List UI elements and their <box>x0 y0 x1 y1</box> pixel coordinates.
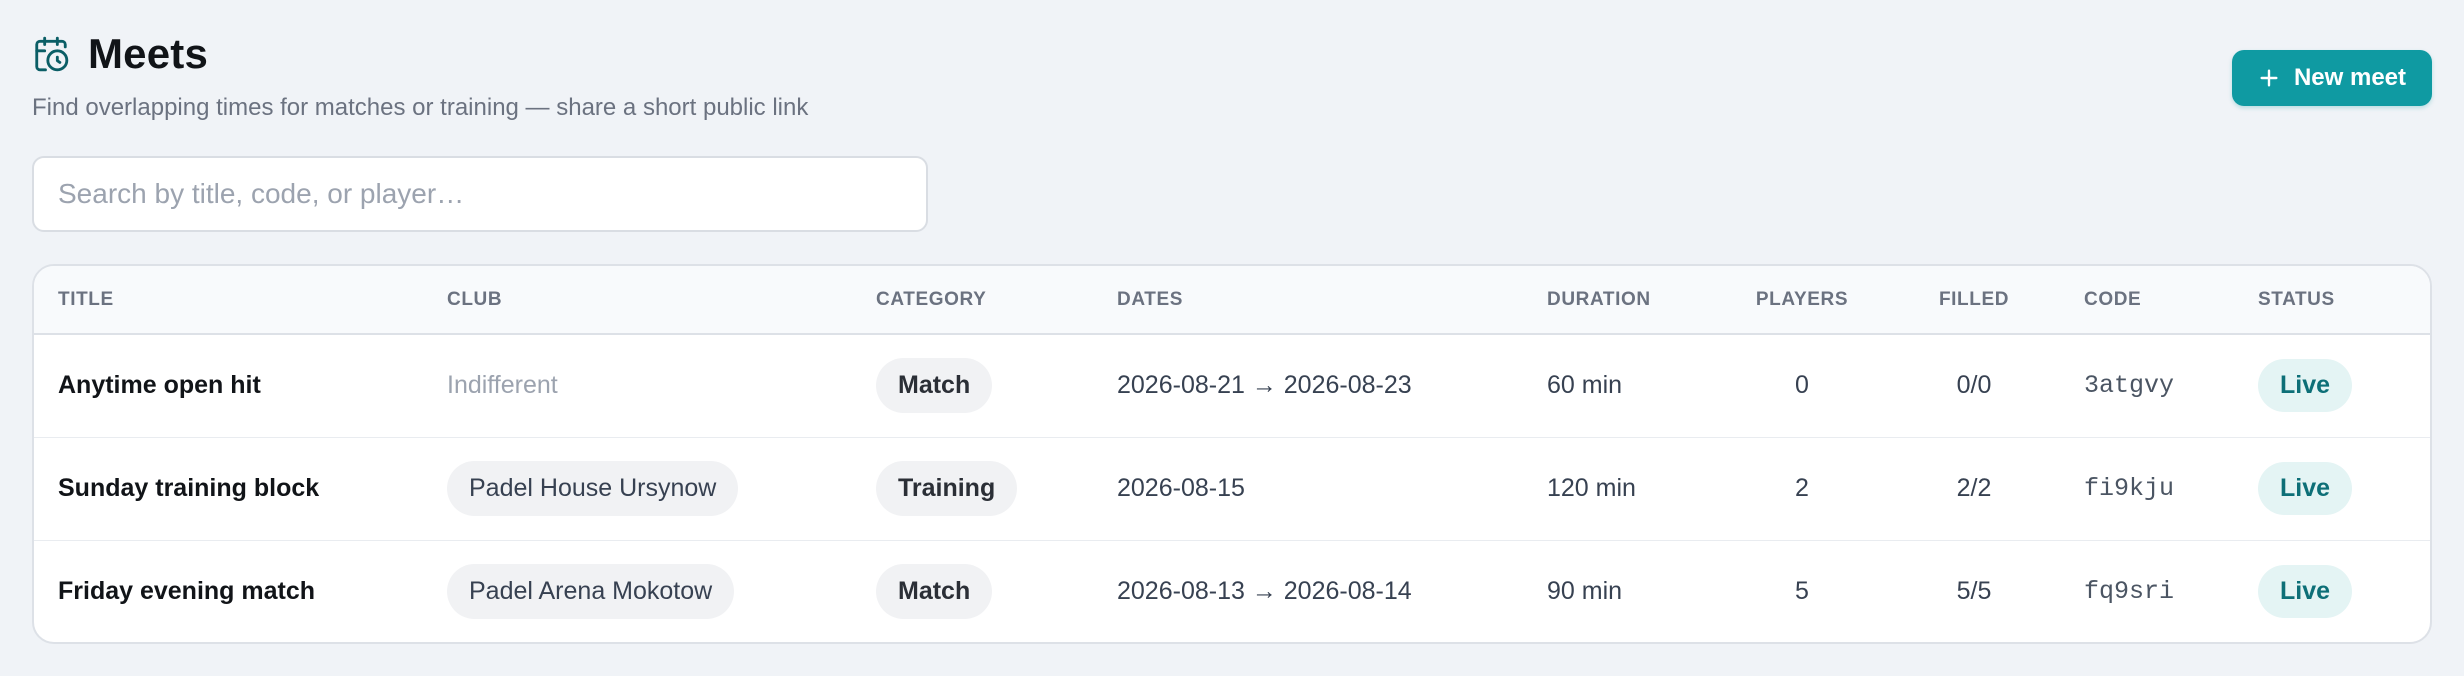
category-pill: Match <box>876 564 993 620</box>
dates-cell: 2026-08-15 <box>1093 436 1523 540</box>
column-header-filled[interactable]: FILLED <box>1888 266 2060 335</box>
status-badge: Live <box>2258 359 2353 413</box>
column-header-players[interactable]: PLAYERS <box>1716 266 1888 335</box>
players-cell: 0 <box>1795 371 1809 400</box>
category-pill: Match <box>876 358 993 414</box>
status-cell: Live <box>2234 436 2430 540</box>
category-cell: Training <box>852 436 1093 540</box>
club-cell: Padel House Ursynow <box>423 436 852 540</box>
dates-cell: 2026-08-13 → 2026-08-14 <box>1093 539 1523 642</box>
title-row: Meets <box>32 30 2432 78</box>
new-meet-button[interactable]: New meet <box>2232 50 2432 106</box>
players-cell: 2 <box>1716 436 1888 540</box>
club-cell: Padel Arena Mokotow <box>423 539 852 642</box>
duration-cell: 120 min <box>1523 436 1716 540</box>
page-title: Meets <box>88 30 209 77</box>
page-header: Meets Find overlapping times for matches… <box>32 30 2432 130</box>
column-header-code[interactable]: CODE <box>2060 266 2234 335</box>
meet-title[interactable]: Sunday training block <box>34 436 423 540</box>
category-pill: Training <box>876 461 1018 516</box>
club-pill: Padel Arena Mokotow <box>447 564 735 620</box>
filled-cell: 2/2 <box>1888 436 2060 540</box>
status-cell: Live <box>2234 334 2430 437</box>
table-row[interactable]: Anytime open hit Indifferent Match 2026-… <box>34 334 2430 437</box>
dates-cell: 2026-08-21 → 2026-08-23 <box>1117 371 1412 400</box>
table-row[interactable]: Friday evening match Padel Arena Mokotow… <box>34 539 2430 642</box>
table-row[interactable]: Sunday training block Padel House Ursyno… <box>34 436 2430 540</box>
search-input[interactable] <box>32 156 928 232</box>
code-cell: fi9kju <box>2060 436 2234 540</box>
column-header-title[interactable]: TITLE <box>34 266 423 335</box>
club-name: Indifferent <box>447 371 558 400</box>
filled-cell: 5/5 <box>1888 539 2060 642</box>
status-cell: Live <box>2234 539 2430 642</box>
new-meet-label: New meet <box>2293 64 2407 91</box>
players-cell: 5 <box>1716 539 1888 642</box>
meet-title[interactable]: Anytime open hit <box>34 334 423 437</box>
code-cell: 3atgvy <box>2084 371 2175 401</box>
page-subtitle: Find overlapping times for matches or tr… <box>32 94 809 121</box>
column-header-duration[interactable]: DURATION <box>1523 266 1716 335</box>
duration-cell: 90 min <box>1523 539 1716 642</box>
table-header-row: TITLE CLUB CATEGORY DATES DURATION PLAYE… <box>34 266 2430 335</box>
column-header-category[interactable]: CATEGORY <box>852 266 1093 335</box>
status-badge: Live <box>2258 462 2353 515</box>
code-cell: fq9sri <box>2060 539 2234 642</box>
club-pill: Padel House Ursynow <box>447 461 739 516</box>
category-cell: Match <box>852 334 1093 437</box>
category-cell: Match <box>852 539 1093 642</box>
filled-cell: 0/0 <box>1956 371 1992 400</box>
column-header-dates[interactable]: DATES <box>1093 266 1523 335</box>
duration-cell: 60 min <box>1547 371 1623 400</box>
meets-table-card: TITLE CLUB CATEGORY DATES DURATION PLAYE… <box>32 264 2432 644</box>
meets-table: TITLE CLUB CATEGORY DATES DURATION PLAYE… <box>34 266 2430 642</box>
meet-title[interactable]: Friday evening match <box>34 539 423 642</box>
column-header-status[interactable]: STATUS <box>2234 266 2430 335</box>
column-header-club[interactable]: CLUB <box>423 266 852 335</box>
status-badge: Live <box>2258 565 2353 619</box>
plus-icon <box>2258 67 2280 89</box>
calendar-clock-icon <box>32 35 70 73</box>
